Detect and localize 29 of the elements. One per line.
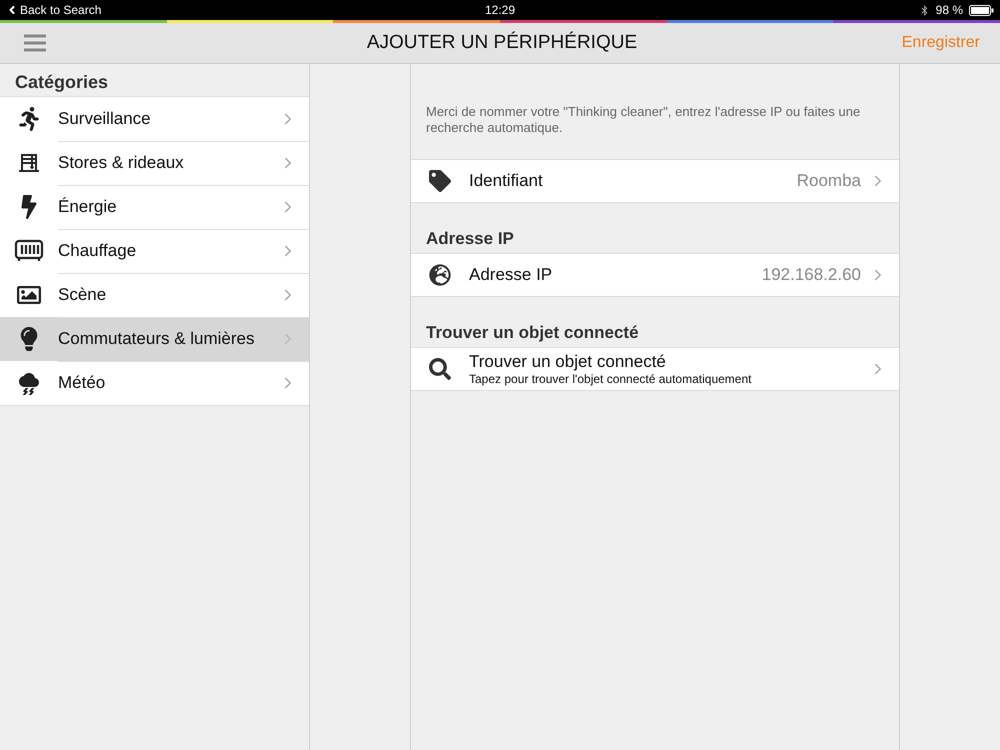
row-label: Trouver un objet connecté [469, 352, 667, 372]
image-icon [17, 283, 41, 307]
row-label: Adresse IP [469, 265, 554, 285]
row-subtitle: Tapez pour trouver l'objet connecté automatiquement [469, 372, 752, 386]
sidebar-title: Catégories [14, 71, 110, 94]
search-icon [429, 358, 451, 380]
heater-icon [14, 239, 44, 263]
bluetooth-icon [918, 4, 930, 16]
row-label: Identifiant [469, 171, 544, 191]
battery-level: 98 % [936, 3, 963, 17]
row-value: 192.168.2.60 [762, 265, 861, 285]
sidebar-item[interactable]: Commutateurs & lumières [0, 317, 309, 361]
globe-icon [429, 264, 451, 286]
section-header: Trouver un objet connecté [425, 322, 640, 344]
status-time: 12:29 [484, 3, 516, 17]
menu-icon[interactable] [24, 34, 46, 52]
section-header: Adresse IP [425, 228, 515, 250]
tag-icon [429, 170, 451, 192]
blinds-icon [17, 151, 41, 175]
settings-row[interactable]: Identifiant Roomba [411, 159, 899, 203]
storm-cloud-icon [17, 371, 41, 395]
back-link[interactable]: Back to Search [20, 3, 102, 17]
intro-text: Merci de nommer votre "Thinking cleaner", entrez l'adresse IP ou faites une recherche automatique. [425, 103, 862, 136]
row-value: Roomba [796, 171, 861, 191]
settings-row[interactable]: Trouver un objet connecté Tapez pour trouver l'objet connecté automatiquement [411, 347, 899, 391]
running-person-icon [17, 107, 41, 131]
page-title: AJOUTER UN PÉRIPHÉRIQUE [366, 32, 638, 54]
battery-icon [969, 4, 994, 16]
settings-row[interactable]: Adresse IP 192.168.2.60 [411, 253, 899, 297]
